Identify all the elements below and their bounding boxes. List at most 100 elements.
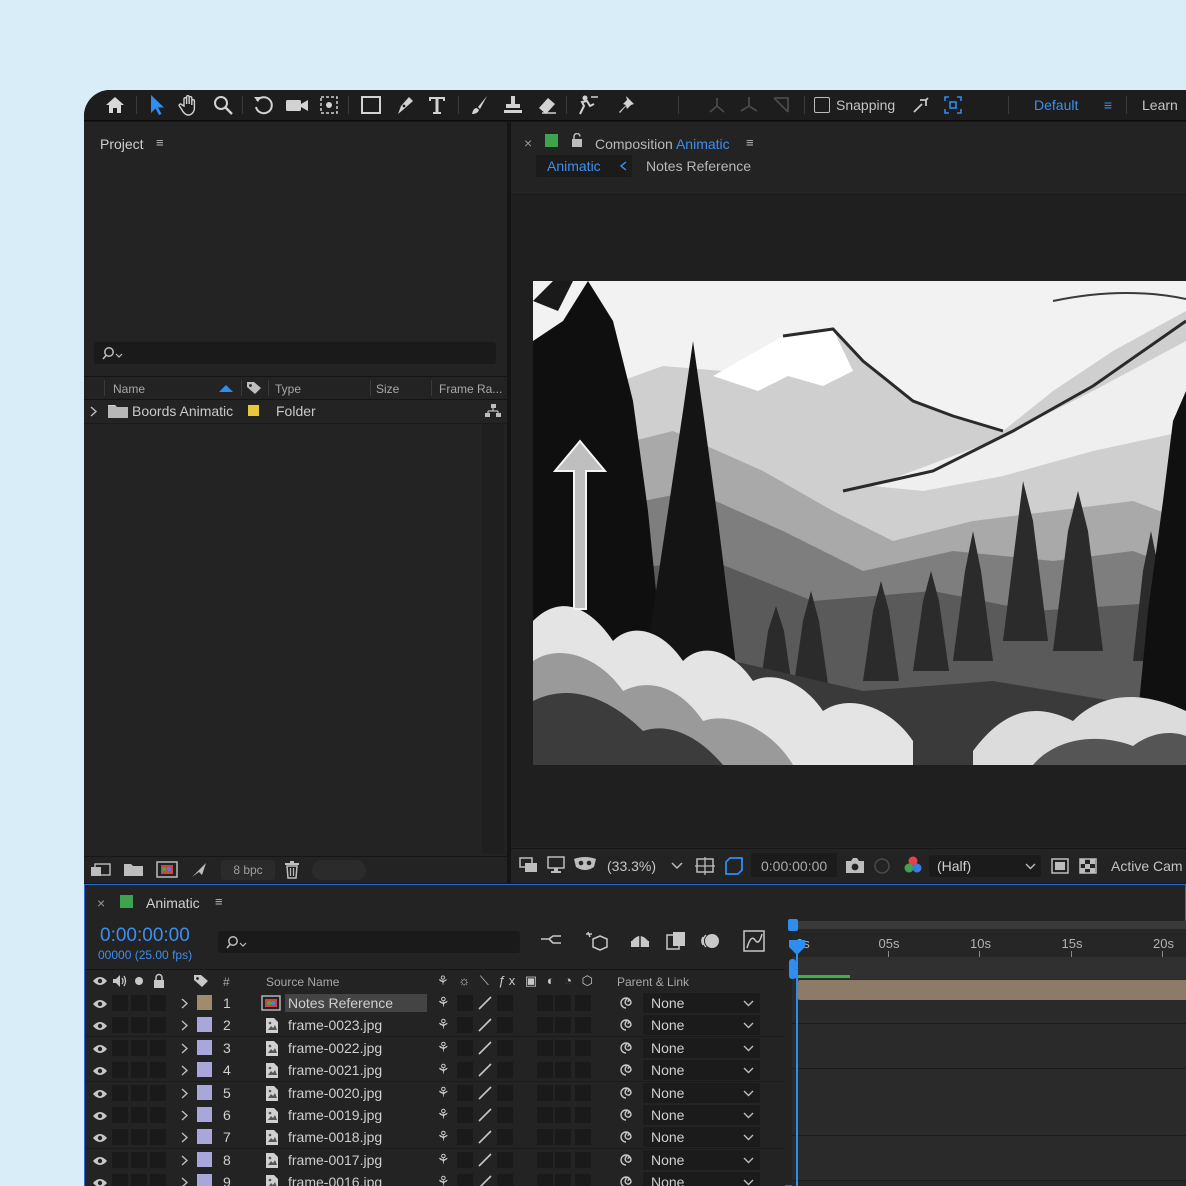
col-frame-rate[interactable]: Frame Ra...: [439, 382, 502, 396]
parent-dropdown[interactable]: None: [643, 1015, 760, 1035]
layer-duration-bar[interactable]: [798, 980, 1186, 1000]
motion-blur-icon[interactable]: [699, 931, 721, 951]
fast-previews-icon[interactable]: [1051, 858, 1069, 874]
label-color-swatch[interactable]: [248, 405, 259, 416]
rectangle-tool-icon[interactable]: [358, 94, 384, 116]
pick-whip-icon[interactable]: [618, 1017, 634, 1033]
shy-switch-icon[interactable]: ⚘: [437, 1173, 450, 1186]
panel-menu-icon[interactable]: ≡: [215, 894, 223, 909]
eye-icon[interactable]: [92, 1065, 108, 1077]
layer-row[interactable]: 9 frame-0016.jpg ⚘ None: [85, 1171, 785, 1186]
layer-track[interactable]: [792, 1113, 1186, 1136]
quality-switch-icon[interactable]: [477, 1017, 493, 1033]
layer-name-cell[interactable]: frame-0019.jpg: [285, 1106, 427, 1124]
effect-switch[interactable]: [497, 995, 513, 1011]
3d-layer-switch[interactable]: [575, 1152, 591, 1168]
layer-track[interactable]: [792, 979, 1186, 1002]
parent-dropdown[interactable]: None: [643, 1127, 760, 1147]
effect-switch[interactable]: [497, 1129, 513, 1145]
solo-toggle[interactable]: [131, 1040, 147, 1056]
chevron-right-icon[interactable]: [181, 1155, 189, 1166]
motion-blur-switch[interactable]: [555, 1040, 571, 1056]
quality-switch-icon[interactable]: [477, 995, 493, 1011]
collapse-switch[interactable]: [457, 1107, 473, 1123]
workspace-learn[interactable]: Learn: [1142, 94, 1186, 116]
shy-switch-icon[interactable]: ⚘: [437, 1128, 450, 1145]
layer-name-cell[interactable]: frame-0023.jpg: [285, 1016, 427, 1034]
tab-notes-reference[interactable]: Notes Reference: [646, 158, 751, 174]
flowchart-icon[interactable]: [485, 404, 501, 418]
layer-row[interactable]: 1 Notes Reference ⚘ None: [85, 992, 785, 1015]
3d-layer-switch[interactable]: [575, 1129, 591, 1145]
time-ruler-area[interactable]: 0s05s10s15s20s: [788, 919, 1186, 1186]
motion-blur-switch[interactable]: [555, 1017, 571, 1033]
playhead-handle-lower[interactable]: [789, 959, 796, 979]
audio-toggle[interactable]: [112, 1174, 128, 1186]
col-type[interactable]: Type: [275, 382, 301, 396]
project-zoom-slider[interactable]: [312, 860, 366, 880]
label-tag-icon[interactable]: [246, 381, 262, 395]
parent-dropdown[interactable]: None: [643, 1083, 760, 1103]
eye-icon[interactable]: [92, 1177, 108, 1186]
eraser-tool-icon[interactable]: [534, 94, 560, 116]
trash-icon[interactable]: [284, 861, 300, 879]
pick-whip-icon[interactable]: [618, 1107, 634, 1123]
adjustment-switch[interactable]: [537, 1017, 553, 1033]
audio-toggle[interactable]: [112, 1017, 128, 1033]
solo-icon[interactable]: [135, 977, 143, 985]
motion-blur-switch[interactable]: [555, 995, 571, 1011]
chevron-down-icon[interactable]: [671, 862, 683, 870]
panel-menu-icon[interactable]: ≡: [156, 135, 164, 150]
chevron-right-icon[interactable]: [181, 1132, 189, 1143]
col-parent-link[interactable]: Parent & Link: [617, 975, 689, 989]
quality-switch-icon[interactable]: [477, 1085, 493, 1101]
audio-toggle[interactable]: [112, 1062, 128, 1078]
layer-row[interactable]: 2 frame-0023.jpg ⚘ None: [85, 1014, 785, 1037]
monitor-icon[interactable]: [547, 856, 565, 874]
quality-switch-icon[interactable]: [477, 1062, 493, 1078]
active-camera-dropdown[interactable]: Active Cam: [1111, 858, 1183, 874]
label-color-swatch[interactable]: [197, 1152, 212, 1167]
layer-track[interactable]: [792, 1001, 1186, 1024]
lock-toggle[interactable]: [150, 995, 166, 1011]
new-composition-icon[interactable]: [156, 861, 178, 878]
selection-tool-icon[interactable]: [144, 94, 170, 116]
audio-toggle[interactable]: [112, 995, 128, 1011]
chevron-right-icon[interactable]: [181, 1110, 189, 1121]
effect-switch[interactable]: [497, 1062, 513, 1078]
solo-toggle[interactable]: [131, 1152, 147, 1168]
collapse-switch[interactable]: [457, 1129, 473, 1145]
quality-switch-icon[interactable]: [477, 1174, 493, 1186]
adjustment-switch[interactable]: [537, 1107, 553, 1123]
layer-name-cell[interactable]: frame-0016.jpg: [285, 1173, 427, 1186]
close-icon[interactable]: ×: [97, 895, 105, 911]
adjustment-switch[interactable]: [537, 1040, 553, 1056]
label-color-swatch[interactable]: [197, 1107, 212, 1122]
quality-switch-icon[interactable]: [477, 1152, 493, 1168]
snapshot-camera-icon[interactable]: [845, 857, 865, 874]
graph-editor-icon[interactable]: [743, 930, 765, 952]
sort-ascending-icon[interactable]: [218, 384, 234, 393]
type-tool-icon[interactable]: [424, 94, 450, 116]
layer-track[interactable]: [792, 1091, 1186, 1114]
collapse-switch[interactable]: [457, 1017, 473, 1033]
effect-switch[interactable]: [497, 1174, 513, 1186]
solo-toggle[interactable]: [131, 1085, 147, 1101]
quality-switch-icon[interactable]: [477, 1040, 493, 1056]
adjustment-switch[interactable]: [537, 995, 553, 1011]
shy-switch-icon[interactable]: ⚘: [437, 1084, 450, 1101]
layer-name-cell[interactable]: frame-0018.jpg: [285, 1128, 427, 1146]
solo-toggle[interactable]: [131, 1017, 147, 1033]
adjustment-switch[interactable]: [537, 1174, 553, 1186]
parent-dropdown[interactable]: None: [643, 1172, 760, 1186]
effect-switch[interactable]: [497, 1107, 513, 1123]
collapse-switch[interactable]: [457, 1152, 473, 1168]
workspace-menu-icon[interactable]: ≡: [1098, 94, 1118, 116]
label-color-swatch[interactable]: [197, 1062, 212, 1077]
bit-depth-button[interactable]: 8 bpc: [221, 860, 275, 880]
chevron-right-icon[interactable]: [181, 1088, 189, 1099]
chevron-right-icon[interactable]: [181, 1020, 189, 1031]
solo-toggle[interactable]: [131, 1129, 147, 1145]
shy-switch-icon[interactable]: ⚘: [437, 1106, 450, 1123]
roto-brush-tool-icon[interactable]: [574, 94, 602, 116]
